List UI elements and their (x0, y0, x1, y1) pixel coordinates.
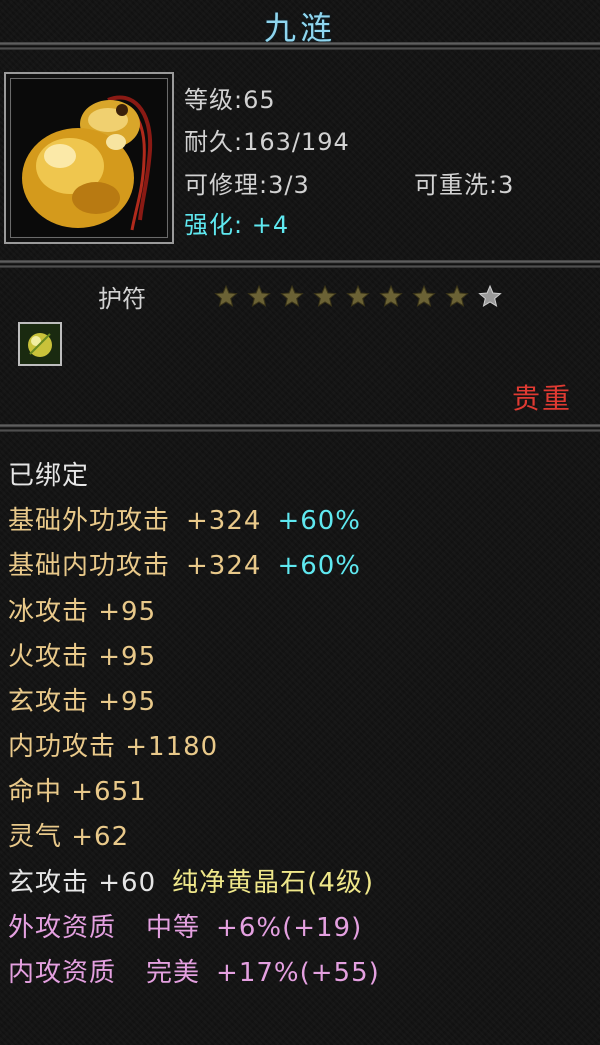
gem-slot-icon[interactable] (18, 322, 62, 366)
star-filled-icon (412, 284, 436, 307)
attr-divider (0, 424, 600, 432)
base-inner-label: 基础内功攻击 (8, 551, 171, 581)
star-filled-icon (247, 284, 271, 307)
inner-quality-label: 内攻资质 (8, 958, 117, 988)
inner-quality-value: +17%(+55) (216, 958, 380, 988)
xuan-attack: 玄攻击 +95 (8, 687, 157, 717)
star-filled-icon (445, 284, 469, 307)
enhance-text: 强化: +4 (184, 211, 290, 239)
fire-attack: 火攻击 +95 (8, 642, 157, 672)
star-empty-icon (478, 284, 502, 307)
inner-quality-grade: 完美 (146, 958, 201, 988)
level-text: 等级:65 (184, 86, 276, 114)
base-outer-value: +324 (186, 506, 262, 536)
base-outer-attack: 基础外功攻击 +324 +60% (8, 500, 361, 537)
gem-attribute: 玄攻击 +60 纯净黄晶石(4级) (8, 862, 374, 899)
mid-divider (0, 260, 600, 268)
star-filled-icon (280, 284, 304, 307)
hit-stat: 命中 +651 (8, 777, 147, 807)
gem-name: 纯净黄晶石(4级) (172, 868, 374, 898)
repairable-text: 可修理:3/3 (184, 171, 310, 199)
top-divider (0, 42, 600, 50)
base-inner-attack: 基础内功攻击 +324 +60% (8, 545, 361, 582)
outer-quality: 外攻资质 中等 +6%(+19) (8, 907, 362, 944)
base-outer-label: 基础外功攻击 (8, 506, 171, 536)
star-filled-icon (379, 284, 403, 307)
base-inner-value: +324 (186, 551, 262, 581)
outer-quality-grade: 中等 (146, 913, 201, 943)
inner-quality: 内攻资质 完美 +17%(+55) (8, 952, 380, 989)
star-filled-icon (214, 284, 238, 307)
star-filled-icon (346, 284, 370, 307)
title-bar: 九涟 (0, 0, 600, 48)
item-tooltip: 九涟 等级:65 耐久:163/194 可修理:3/3 可重洗:3 强化: +4… (0, 0, 600, 1045)
ice-attack: 冰攻击 +95 (8, 597, 157, 627)
base-inner-pct: +60% (277, 551, 362, 581)
base-outer-pct: +60% (277, 506, 362, 536)
spirit-stat: 灵气 +62 (8, 822, 130, 852)
bound-status: 已绑定 (8, 461, 90, 491)
star-rating (214, 284, 502, 307)
gem-slot-icon-graphic (20, 324, 60, 364)
star-filled-icon (313, 284, 337, 307)
item-icon-frame[interactable] (4, 72, 174, 244)
item-type: 护符 (98, 285, 146, 313)
durability-text: 耐久:163/194 (184, 128, 350, 156)
gem-stat: 玄攻击 +60 (8, 868, 157, 898)
jade-gourd-icon (12, 80, 166, 236)
rewash-text: 可重洗:3 (414, 171, 515, 199)
inner-attack: 内功攻击 +1180 (8, 732, 219, 762)
outer-quality-label: 外攻资质 (8, 913, 117, 943)
outer-quality-value: +6%(+19) (216, 913, 363, 943)
rarity-label: 贵重 (511, 382, 572, 415)
